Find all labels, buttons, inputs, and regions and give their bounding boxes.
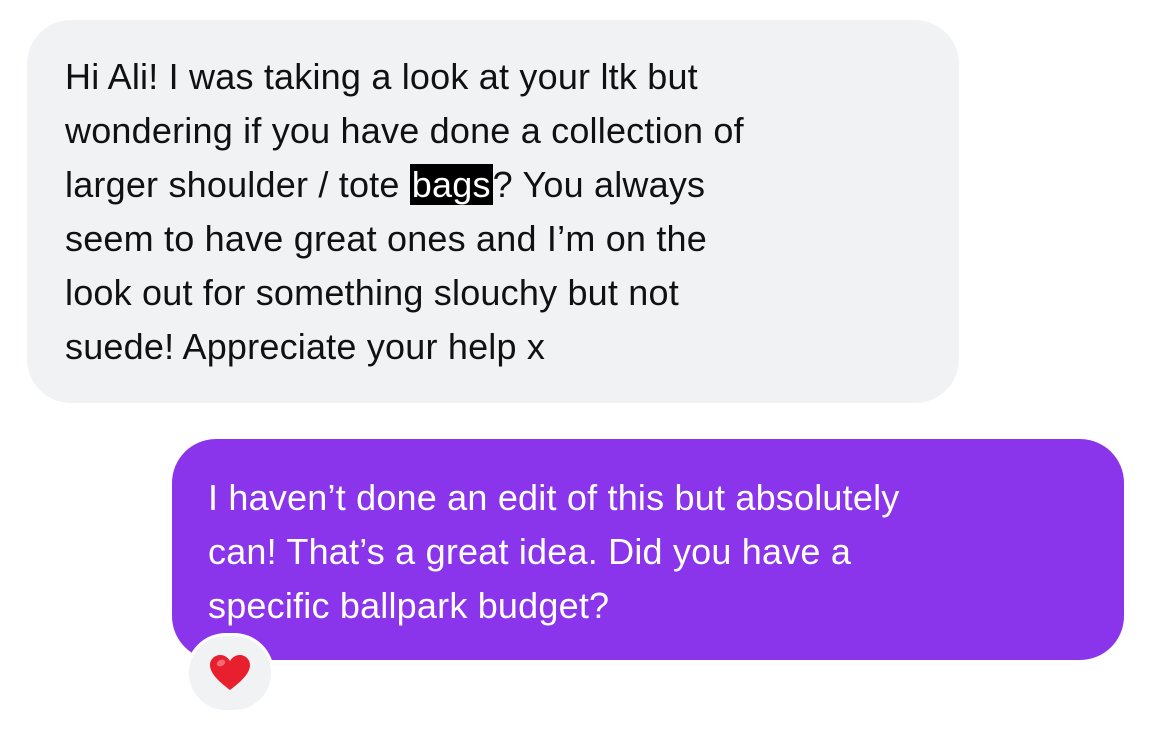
outgoing-message-line: specific ballpark budget? (208, 585, 610, 626)
incoming-message-text: larger shoulder / tote (65, 164, 410, 205)
selected-word-highlight[interactable]: bags (409, 164, 493, 205)
red-heart-icon (210, 655, 250, 690)
outgoing-message-line: can! That’s a great idea. Did you have a (208, 531, 852, 572)
outgoing-message-line: I haven’t done an edit of this but absol… (208, 477, 900, 518)
incoming-message-text: ? You always (492, 164, 706, 205)
incoming-message-line: suede! Appreciate your help x (65, 326, 546, 367)
message-reaction[interactable] (186, 633, 274, 713)
incoming-message-bubble[interactable]: Hi Ali! I was taking a look at your ltk … (27, 20, 959, 403)
incoming-message-line: look out for something slouchy but not (65, 272, 679, 313)
incoming-message-line: wondering if you have done a collection … (65, 110, 744, 151)
incoming-message-line: seem to have great ones and I’m on the (65, 218, 707, 259)
incoming-message-line: Hi Ali! I was taking a look at your ltk … (65, 56, 698, 97)
outgoing-message-bubble[interactable]: I haven’t done an edit of this but absol… (172, 439, 1124, 660)
incoming-message-line: larger shoulder / tote bags? You always (65, 158, 921, 212)
